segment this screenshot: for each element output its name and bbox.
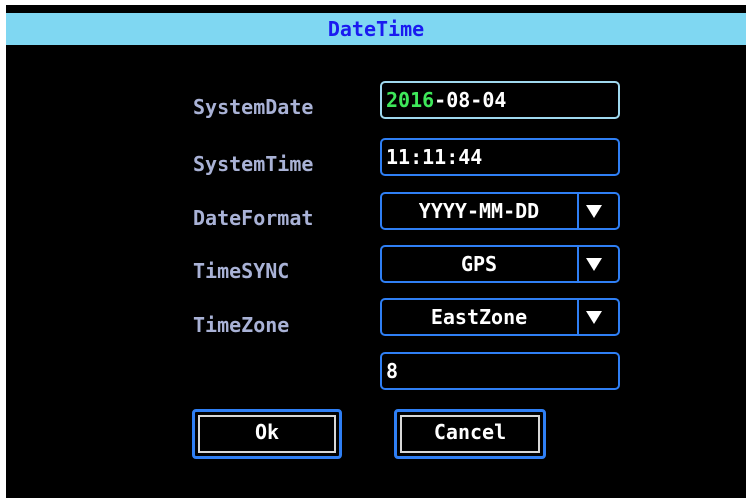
datetime-dialog: DateTime SystemDate 2016-08-04 SystemTim… — [6, 5, 746, 498]
time-zone-value: EastZone — [430, 305, 528, 329]
system-date-label: SystemDate — [193, 95, 314, 119]
dialog-title: DateTime — [327, 17, 425, 41]
time-zone-divider — [577, 300, 579, 334]
cancel-button[interactable]: Cancel — [394, 409, 546, 459]
system-time-label: SystemTime — [193, 152, 314, 176]
system-date-field[interactable]: 2016-08-04 — [380, 81, 620, 119]
triangle-down-icon[interactable] — [586, 311, 602, 324]
date-format-select[interactable]: YYYY-MM-DD — [380, 192, 620, 230]
date-format-label: DateFormat — [193, 206, 314, 230]
triangle-down-icon[interactable] — [586, 258, 602, 271]
cancel-button-label: Cancel — [400, 415, 540, 453]
system-date-year: 2016 — [386, 88, 435, 112]
ok-button[interactable]: Ok — [192, 409, 342, 459]
date-format-value: YYYY-MM-DD — [418, 199, 540, 223]
system-time-field[interactable]: 11:11:44 — [380, 138, 620, 176]
time-sync-value: GPS — [460, 252, 498, 276]
time-sync-select[interactable]: GPS — [380, 245, 620, 283]
date-format-divider — [577, 194, 579, 228]
time-sync-label: TimeSYNC — [193, 259, 290, 283]
triangle-down-icon[interactable] — [586, 205, 602, 218]
time-zone-label: TimeZone — [193, 313, 290, 337]
system-date-rest: -08-04 — [434, 88, 507, 112]
time-zone-select[interactable]: EastZone — [380, 298, 620, 336]
ok-button-label: Ok — [198, 415, 336, 453]
time-sync-divider — [577, 247, 579, 281]
zone-offset-field[interactable]: 8 — [380, 352, 620, 390]
